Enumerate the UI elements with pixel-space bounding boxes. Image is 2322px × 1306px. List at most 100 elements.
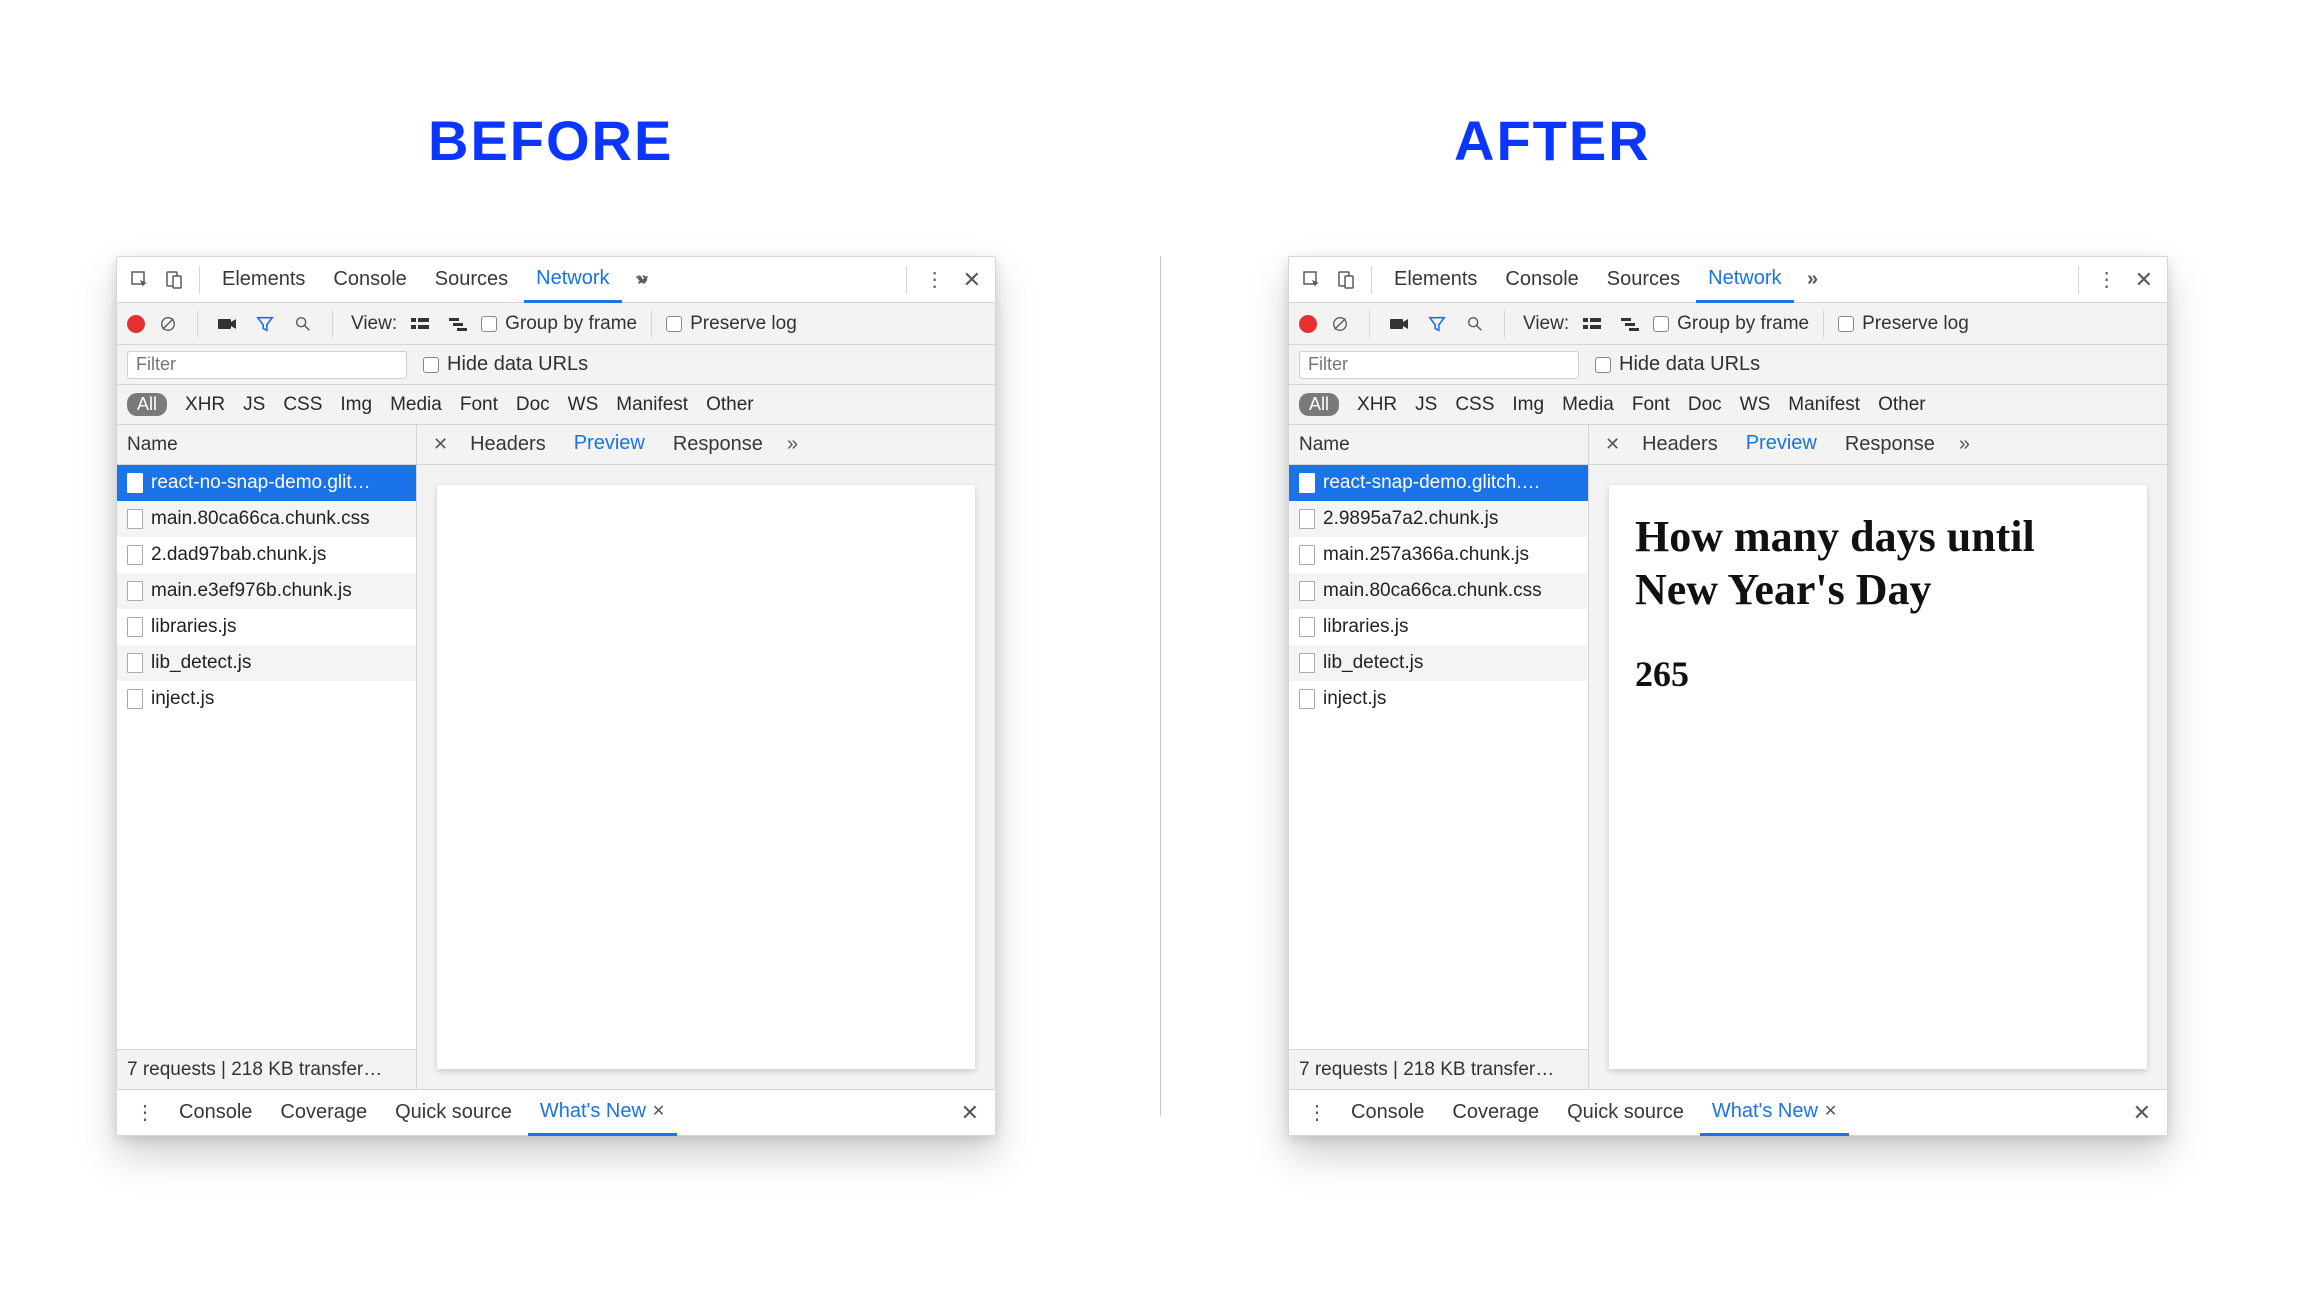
detail-tab-preview[interactable]: Preview [1734,422,1829,468]
drawer-menu-icon[interactable]: ⋮ [127,1100,163,1125]
type-img[interactable]: Img [340,394,372,416]
request-row[interactable]: libraries.js [117,609,416,645]
device-toggle-icon[interactable] [159,265,189,295]
type-xhr[interactable]: XHR [185,394,225,416]
close-devtools-icon[interactable]: ✕ [957,267,987,293]
type-font[interactable]: Font [460,394,498,416]
type-img[interactable]: Img [1512,394,1544,416]
camera-icon[interactable] [1384,309,1414,339]
more-tabs-icon[interactable]: » [626,265,656,295]
drawer-tab-coverage[interactable]: Coverage [1440,1090,1551,1136]
camera-icon[interactable] [212,309,242,339]
type-doc[interactable]: Doc [516,394,550,416]
search-icon[interactable] [288,309,318,339]
close-tab-icon[interactable]: ✕ [652,1101,665,1121]
tab-sources[interactable]: Sources [1595,257,1692,303]
request-row[interactable]: 2.9895a7a2.chunk.js [1289,501,1588,537]
hide-data-urls-checkbox[interactable] [1595,357,1611,373]
type-all[interactable]: All [127,393,167,416]
detail-tab-response[interactable]: Response [1833,422,1947,468]
type-xhr[interactable]: XHR [1357,394,1397,416]
type-media[interactable]: Media [1562,394,1614,416]
more-detail-tabs-icon[interactable]: » [779,433,806,456]
waterfall-icon[interactable] [443,309,473,339]
type-doc[interactable]: Doc [1688,394,1722,416]
type-ws[interactable]: WS [1740,394,1771,416]
clear-icon[interactable] [153,309,183,339]
record-icon[interactable] [127,315,145,333]
large-rows-icon[interactable] [1577,309,1607,339]
request-row[interactable]: 2.dad97bab.chunk.js [117,537,416,573]
detail-tab-preview[interactable]: Preview [562,422,657,468]
filter-icon[interactable] [250,309,280,339]
request-row[interactable]: lib_detect.js [1289,645,1588,681]
type-media[interactable]: Media [390,394,442,416]
type-other[interactable]: Other [1878,394,1926,416]
request-row[interactable]: inject.js [1289,681,1588,717]
type-other[interactable]: Other [706,394,754,416]
type-manifest[interactable]: Manifest [1788,394,1860,416]
kebab-menu-icon[interactable]: ⋮ [2089,267,2125,292]
detail-tab-response[interactable]: Response [661,422,775,468]
type-js[interactable]: JS [243,394,265,416]
close-drawer-icon[interactable]: ✕ [2127,1100,2157,1126]
type-css[interactable]: CSS [283,394,322,416]
drawer-tab-quick-source[interactable]: Quick source [383,1090,524,1136]
request-row[interactable]: main.e3ef976b.chunk.js [117,573,416,609]
tab-console[interactable]: Console [321,257,418,303]
preserve-log-checkbox[interactable] [666,316,682,332]
type-font[interactable]: Font [1632,394,1670,416]
drawer-tab-whats-new[interactable]: What's New✕ [528,1090,677,1136]
drawer-menu-icon[interactable]: ⋮ [1299,1100,1335,1125]
drawer-tab-console[interactable]: Console [167,1090,264,1136]
request-row[interactable]: libraries.js [1289,609,1588,645]
column-name-header[interactable]: Name [1289,425,1588,465]
more-detail-tabs-icon[interactable]: » [1951,433,1978,456]
drawer-tab-quick-source[interactable]: Quick source [1555,1090,1696,1136]
close-details-icon[interactable]: ✕ [427,434,454,455]
drawer-tab-coverage[interactable]: Coverage [268,1090,379,1136]
waterfall-icon[interactable] [1615,309,1645,339]
drawer-tab-whats-new[interactable]: What's New✕ [1700,1090,1849,1136]
preserve-log-checkbox[interactable] [1838,316,1854,332]
drawer-tab-console[interactable]: Console [1339,1090,1436,1136]
tab-sources[interactable]: Sources [423,257,520,303]
filter-input[interactable] [127,351,407,379]
group-by-frame-checkbox[interactable] [481,316,497,332]
more-tabs-icon[interactable]: » [1798,265,1828,295]
search-icon[interactable] [1460,309,1490,339]
tab-elements[interactable]: Elements [1382,257,1489,303]
tab-network[interactable]: Network [1696,257,1793,303]
request-row[interactable]: main.257a366a.chunk.js [1289,537,1588,573]
request-row[interactable]: react-no-snap-demo.glit… [117,465,416,501]
request-row[interactable]: react-snap-demo.glitch.… [1289,465,1588,501]
request-row[interactable]: main.80ca66ca.chunk.css [117,501,416,537]
close-devtools-icon[interactable]: ✕ [2129,267,2159,293]
type-css[interactable]: CSS [1455,394,1494,416]
close-tab-icon[interactable]: ✕ [1824,1101,1837,1121]
close-drawer-icon[interactable]: ✕ [955,1100,985,1126]
request-row[interactable]: inject.js [117,681,416,717]
hide-data-urls-checkbox[interactable] [423,357,439,373]
detail-tab-headers[interactable]: Headers [458,422,558,468]
request-row[interactable]: main.80ca66ca.chunk.css [1289,573,1588,609]
request-row[interactable]: lib_detect.js [117,645,416,681]
filter-input[interactable] [1299,351,1579,379]
tab-network[interactable]: Network [524,257,621,303]
filter-icon[interactable] [1422,309,1452,339]
type-manifest[interactable]: Manifest [616,394,688,416]
inspect-icon[interactable] [125,265,155,295]
close-details-icon[interactable]: ✕ [1599,434,1626,455]
type-js[interactable]: JS [1415,394,1437,416]
large-rows-icon[interactable] [405,309,435,339]
group-by-frame-checkbox[interactable] [1653,316,1669,332]
tab-console[interactable]: Console [1493,257,1590,303]
device-toggle-icon[interactable] [1331,265,1361,295]
detail-tab-headers[interactable]: Headers [1630,422,1730,468]
record-icon[interactable] [1299,315,1317,333]
tab-elements[interactable]: Elements [210,257,317,303]
type-all[interactable]: All [1299,393,1339,416]
type-ws[interactable]: WS [568,394,599,416]
clear-icon[interactable] [1325,309,1355,339]
kebab-menu-icon[interactable]: ⋮ [917,267,953,292]
